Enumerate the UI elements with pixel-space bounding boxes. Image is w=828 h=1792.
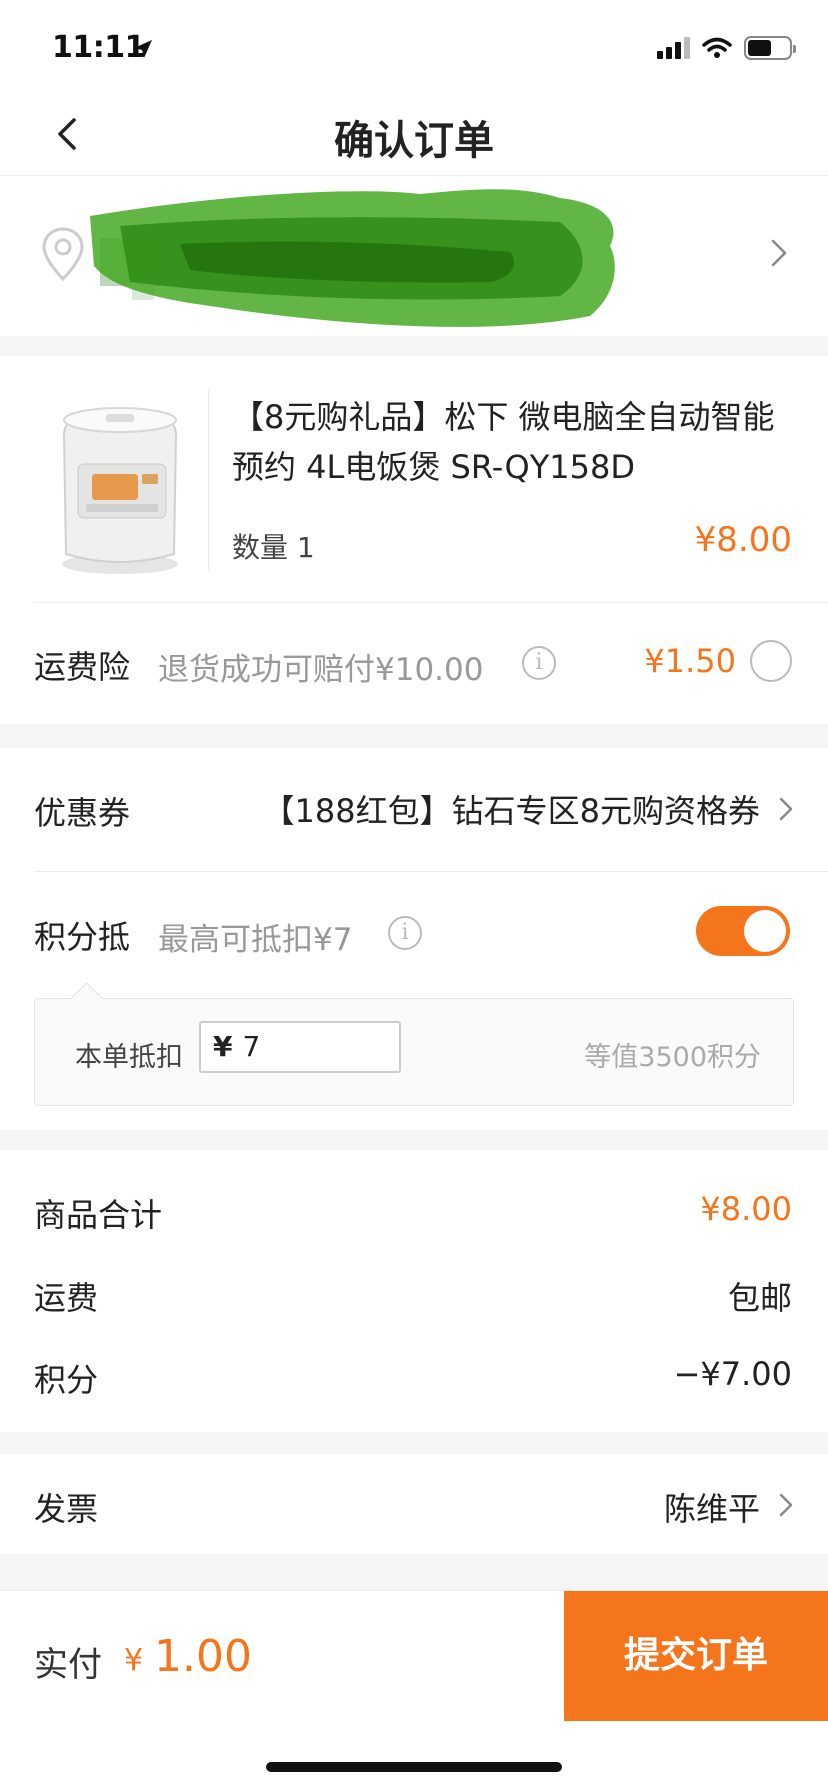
pay-currency: ¥ [124, 1643, 144, 1678]
invoice-value: 陈维平 [663, 1490, 760, 1528]
shipping-insurance-note: 退货成功可赔付¥10.00 [158, 652, 484, 688]
coupon-value: 【188红包】钻石专区8元购资格券 [262, 792, 760, 830]
points-note: 最高可抵扣¥7 [158, 922, 353, 958]
shipping-insurance-radio[interactable] [750, 640, 792, 682]
points-deduct-value: 7 [242, 1030, 261, 1063]
shipping-insurance-label: 运费险 [34, 648, 131, 686]
section-divider [0, 1554, 828, 1590]
invoice-row[interactable]: 发票 陈维平 [0, 1454, 828, 1554]
invoice-label: 发票 [34, 1490, 99, 1528]
points-toggle[interactable] [696, 906, 790, 956]
points-deduct-box: 本单抵扣 ¥7 等值3500积分 [34, 998, 794, 1106]
summary-value-shipping: 包邮 [727, 1279, 792, 1317]
product-separator [208, 390, 209, 570]
address-section[interactable] [0, 176, 828, 336]
shipping-insurance-price: ¥1.50 [644, 642, 736, 680]
chevron-right-icon [779, 1493, 793, 1517]
page-title: 确认订单 [334, 118, 494, 164]
points-label: 积分抵 [34, 918, 131, 956]
battery-icon [744, 36, 796, 60]
section-divider [0, 336, 828, 356]
points-deduct-label: 本单抵扣 [75, 1042, 183, 1073]
pay-amount: 1.00 [154, 1631, 252, 1682]
summary-label-subtotal: 商品合计 [34, 1196, 163, 1234]
chevron-right-icon [771, 239, 787, 267]
summary-label-points: 积分 [34, 1361, 99, 1399]
chevron-right-icon [779, 797, 793, 821]
product-price: ¥8.00 [694, 520, 792, 560]
section-divider [0, 1130, 828, 1150]
product-card[interactable]: 【8元购礼品】松下 微电脑全自动智能预约 4L电饭煲 SR-QY158D 数量 … [0, 356, 828, 602]
divider-line [34, 602, 828, 603]
wifi-icon [702, 37, 732, 58]
redaction-scribble [90, 189, 615, 327]
product-title: 【8元购礼品】松下 微电脑全自动智能预约 4L电饭煲 SR-QY158D [232, 398, 775, 486]
submit-order-button[interactable]: 提交订单 [564, 1591, 828, 1721]
location-pin-icon [42, 227, 84, 282]
home-indicator [266, 1762, 562, 1772]
section-divider [0, 1432, 828, 1454]
rice-cooker-image [62, 407, 178, 574]
toggle-knob [744, 910, 786, 952]
order-summary: 商品合计 ¥8.00 运费 包邮 积分 −¥7.00 [0, 1150, 828, 1432]
pay-label: 实付 [34, 1645, 102, 1685]
info-icon[interactable]: i [522, 646, 556, 680]
summary-label-shipping: 运费 [34, 1279, 99, 1317]
shipping-insurance-row[interactable]: 运费险 退货成功可赔付¥10.00 i ¥1.50 [0, 602, 828, 724]
summary-value-subtotal: ¥8.00 [700, 1190, 792, 1228]
info-icon[interactable]: i [388, 916, 422, 950]
nav-bar: 确认订单 [0, 92, 828, 176]
coupon-label: 优惠券 [34, 794, 131, 832]
product-quantity: 数量 1 [232, 531, 315, 564]
currency-symbol: ¥ [213, 1030, 233, 1063]
summary-value-points: −¥7.00 [673, 1355, 792, 1393]
location-arrow-icon [134, 40, 152, 58]
status-bar: 11:11 [0, 0, 828, 92]
coupon-row[interactable]: 优惠券 【188红包】钻石专区8元购资格券 [0, 748, 828, 872]
points-equivalent: 等值3500积分 [584, 1042, 761, 1073]
section-divider [0, 724, 828, 748]
checkout-bar: 实付 ¥ 1.00 提交订单 [0, 1590, 828, 1721]
cellular-signal-icon [657, 37, 690, 59]
points-deduct-input[interactable]: ¥7 [199, 1021, 401, 1073]
